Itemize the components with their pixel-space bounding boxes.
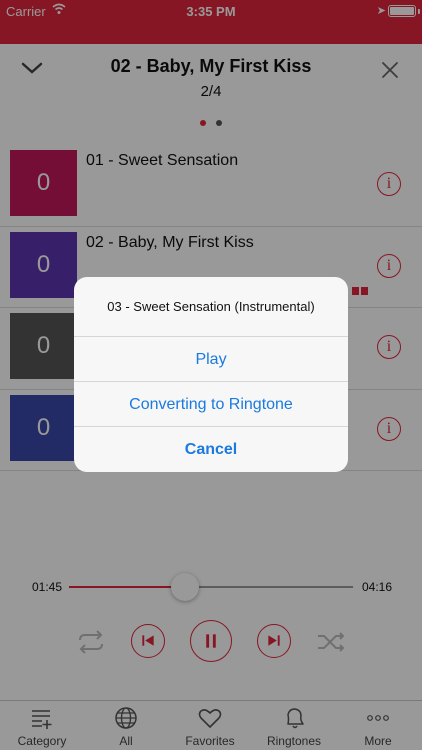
cancel-button[interactable]: Cancel — [74, 427, 348, 472]
convert-ringtone-action-button[interactable]: Converting to Ringtone — [74, 382, 348, 427]
dialog-title: 03 - Sweet Sensation (Instrumental) — [74, 277, 348, 337]
play-action-button[interactable]: Play — [74, 337, 348, 382]
action-dialog: 03 - Sweet Sensation (Instrumental) Play… — [74, 277, 348, 472]
